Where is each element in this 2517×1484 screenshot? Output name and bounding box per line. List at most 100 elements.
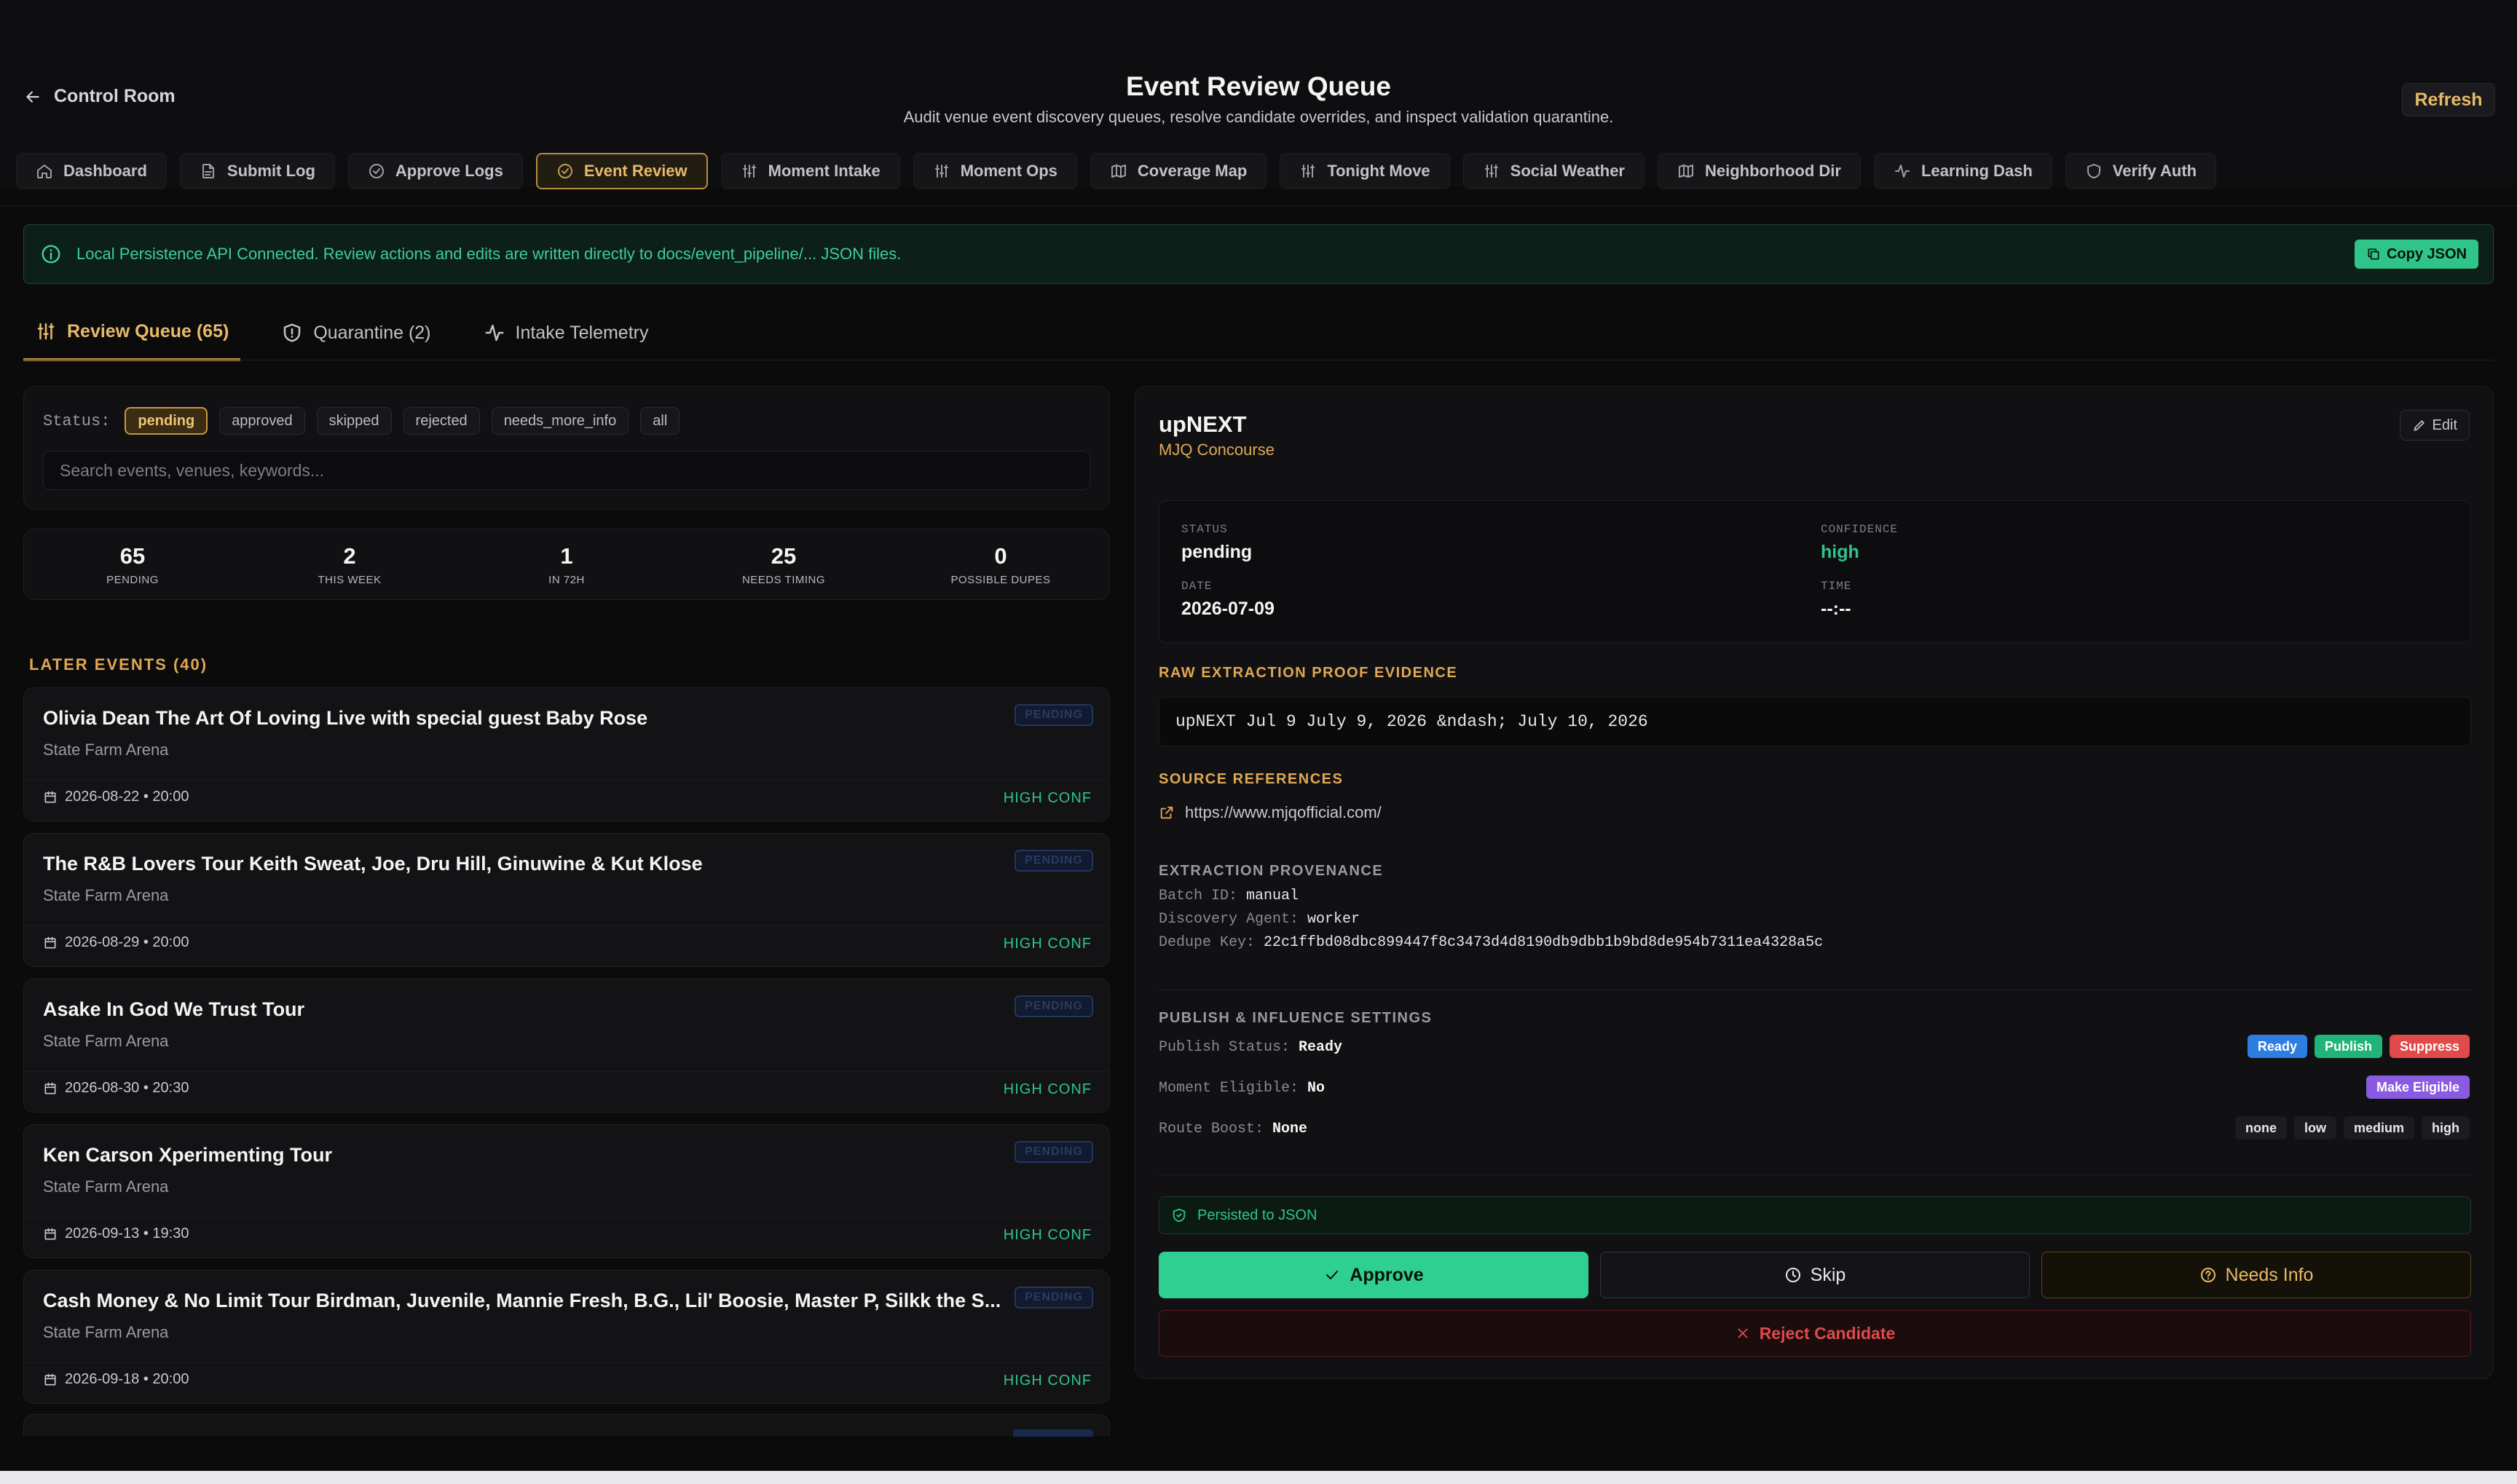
pencil-icon	[2414, 420, 2425, 431]
nav-submit-log[interactable]: Submit Log	[179, 153, 335, 189]
nav-event-review[interactable]: Event Review	[535, 153, 708, 189]
event-venue: State Farm Arena	[43, 1032, 169, 1050]
sliders-icon	[1484, 165, 1498, 178]
event-datetime: 2026-08-22 • 20:00	[65, 789, 189, 805]
nav-social-weather[interactable]: Social Weather	[1462, 153, 1644, 189]
boost-medium-button[interactable]: medium	[2343, 1116, 2414, 1140]
help-circle-icon	[2200, 1268, 2215, 1282]
nav-label: Verify Auth	[2112, 162, 2197, 180]
tab-label: Review Queue (65)	[67, 320, 229, 342]
publish-publish-button[interactable]: Publish	[2314, 1035, 2382, 1058]
sliders-icon	[934, 165, 948, 178]
search-input[interactable]: Search events, venues, keywords...	[43, 451, 1090, 490]
nav-approve-logs[interactable]: Approve Logs	[347, 153, 523, 189]
nav-neighborhood-dir[interactable]: Neighborhood Dir	[1658, 153, 1861, 189]
close-icon	[1738, 1328, 1748, 1338]
approve-button[interactable]: Approve	[1159, 1252, 1588, 1298]
boost-low-button[interactable]: low	[2293, 1116, 2336, 1140]
chip-all[interactable]: all	[640, 407, 680, 435]
nav-moment-intake[interactable]: Moment Intake	[720, 153, 900, 189]
chip-rejected[interactable]: rejected	[403, 407, 480, 435]
nav-label: Moment Ops	[960, 162, 1057, 180]
nav-coverage-map[interactable]: Coverage Map	[1090, 153, 1267, 189]
nav-label: Neighborhood Dir	[1705, 162, 1841, 180]
publish-status-buttons: Ready Publish Suppress	[2247, 1035, 2470, 1058]
event-card-partial[interactable]	[23, 1414, 1110, 1437]
make-eligible-button[interactable]: Make Eligible	[2366, 1075, 2470, 1099]
tab-review-queue[interactable]: Review Queue (65)	[23, 315, 241, 361]
event-card[interactable]: Cash Money & No Limit Tour Birdman, Juve…	[23, 1270, 1110, 1404]
card-divider	[24, 925, 1109, 926]
event-venue: State Farm Arena	[43, 1323, 169, 1341]
status-label: Status:	[43, 411, 111, 430]
persisted-status: Persisted to JSON	[1159, 1196, 2471, 1234]
chip-approved[interactable]: approved	[219, 407, 305, 435]
event-venue: State Farm Arena	[43, 741, 169, 759]
stat-pending: 65 PENDING	[38, 543, 227, 586]
event-title: Asake In God We Trust Tour	[43, 998, 305, 1020]
confidence-label: HIGH CONF	[1003, 936, 1092, 952]
event-card[interactable]: Olivia Dean The Art Of Loving Live with …	[23, 687, 1110, 821]
publish-suppress-button[interactable]: Suppress	[2389, 1035, 2470, 1058]
stat-value: 2	[343, 542, 356, 569]
source-url: https://www.mjqofficial.com/	[1185, 803, 1382, 821]
event-card[interactable]: Asake In God We Trust Tour PENDING State…	[23, 979, 1110, 1113]
nav-label: Dashboard	[63, 162, 147, 180]
time-key: TIME	[1821, 580, 1852, 593]
card-divider	[24, 1071, 1109, 1072]
reject-candidate-button[interactable]: Reject Candidate	[1159, 1310, 2471, 1357]
skip-button[interactable]: Skip	[1600, 1252, 2030, 1298]
event-datetime: 2026-08-30 • 20:30	[65, 1080, 189, 1096]
confidence-label: HIGH CONF	[1003, 790, 1092, 806]
banner-text: Local Persistence API Connected. Review …	[76, 245, 902, 263]
event-card[interactable]: The R&B Lovers Tour Keith Sweat, Joe, Dr…	[23, 833, 1110, 967]
event-card[interactable]: Ken Carson Xperimenting Tour PENDING Sta…	[23, 1124, 1110, 1258]
home-icon	[37, 165, 52, 178]
edit-button[interactable]: Edit	[2399, 410, 2470, 441]
chip-skipped[interactable]: skipped	[316, 407, 392, 435]
copy-json-button[interactable]: Copy JSON	[2354, 240, 2478, 269]
confidence-label: HIGH CONF	[1003, 1227, 1092, 1243]
calendar-icon	[44, 1373, 56, 1385]
nav-verify-auth[interactable]: Verify Auth	[2065, 153, 2217, 189]
nav-tonight-move[interactable]: Tonight Move	[1280, 153, 1450, 189]
header-divider	[0, 205, 2517, 206]
moment-buttons: Make Eligible	[2366, 1075, 2470, 1099]
nav-label: Coverage Map	[1137, 162, 1248, 180]
agent-value: worker	[1307, 911, 1360, 928]
dedupe-value: 22c1ffbd08dbc899447f8c3473d4d8190db9dbb1…	[1264, 934, 1824, 951]
publish-ready-button[interactable]: Ready	[2247, 1035, 2307, 1058]
boost-high-button[interactable]: high	[2422, 1116, 2470, 1140]
batch-id-row: Batch ID: manual	[1159, 888, 1299, 904]
status-badge: PENDING	[1015, 704, 1093, 726]
source-references-heading: SOURCE REFERENCES	[1159, 771, 1344, 787]
refresh-button[interactable]: Refresh	[2402, 83, 2495, 117]
status-value: pending	[1181, 542, 1253, 562]
stat-in-72h: 1 IN 72H	[472, 543, 661, 586]
chip-needs-more-info[interactable]: needs_more_info	[491, 407, 629, 435]
date-value: 2026-07-09	[1181, 599, 1275, 619]
source-link[interactable]: https://www.mjqofficial.com/	[1159, 803, 1382, 822]
boost-none-button[interactable]: none	[2234, 1116, 2287, 1140]
dedupe-key: Dedupe Key:	[1159, 934, 1256, 951]
window-bottom-edge	[0, 1471, 2517, 1484]
tab-intake-telemetry[interactable]: Intake Telemetry	[472, 315, 661, 361]
publish-key: Publish Status:	[1159, 1039, 1291, 1056]
tab-quarantine[interactable]: Quarantine (2)	[269, 315, 442, 361]
needs-info-button[interactable]: Needs Info	[2041, 1252, 2471, 1298]
stat-value: 25	[771, 542, 797, 569]
chip-pending[interactable]: pending	[125, 407, 208, 435]
queue-tabs: Review Queue (65) Quarantine (2) Intake …	[23, 315, 660, 361]
nav-learning-dash[interactable]: Learning Dash	[1873, 153, 2052, 189]
stat-value: 65	[119, 542, 146, 569]
event-date: 2026-08-30 • 20:30	[43, 1080, 189, 1097]
route-value: None	[1272, 1121, 1308, 1137]
external-link-icon	[1160, 806, 1173, 819]
stats-bar: 65 PENDING 2 THIS WEEK 1 IN 72H 25 NEEDS…	[23, 529, 1110, 600]
route-boost-buttons: none low medium high	[2234, 1116, 2470, 1140]
skip-label: Skip	[1810, 1264, 1846, 1285]
nav-dashboard[interactable]: Dashboard	[16, 153, 167, 189]
status-key: STATUS	[1181, 523, 1228, 536]
nav-moment-ops[interactable]: Moment Ops	[913, 153, 1077, 189]
persisted-label: Persisted to JSON	[1197, 1207, 1317, 1223]
